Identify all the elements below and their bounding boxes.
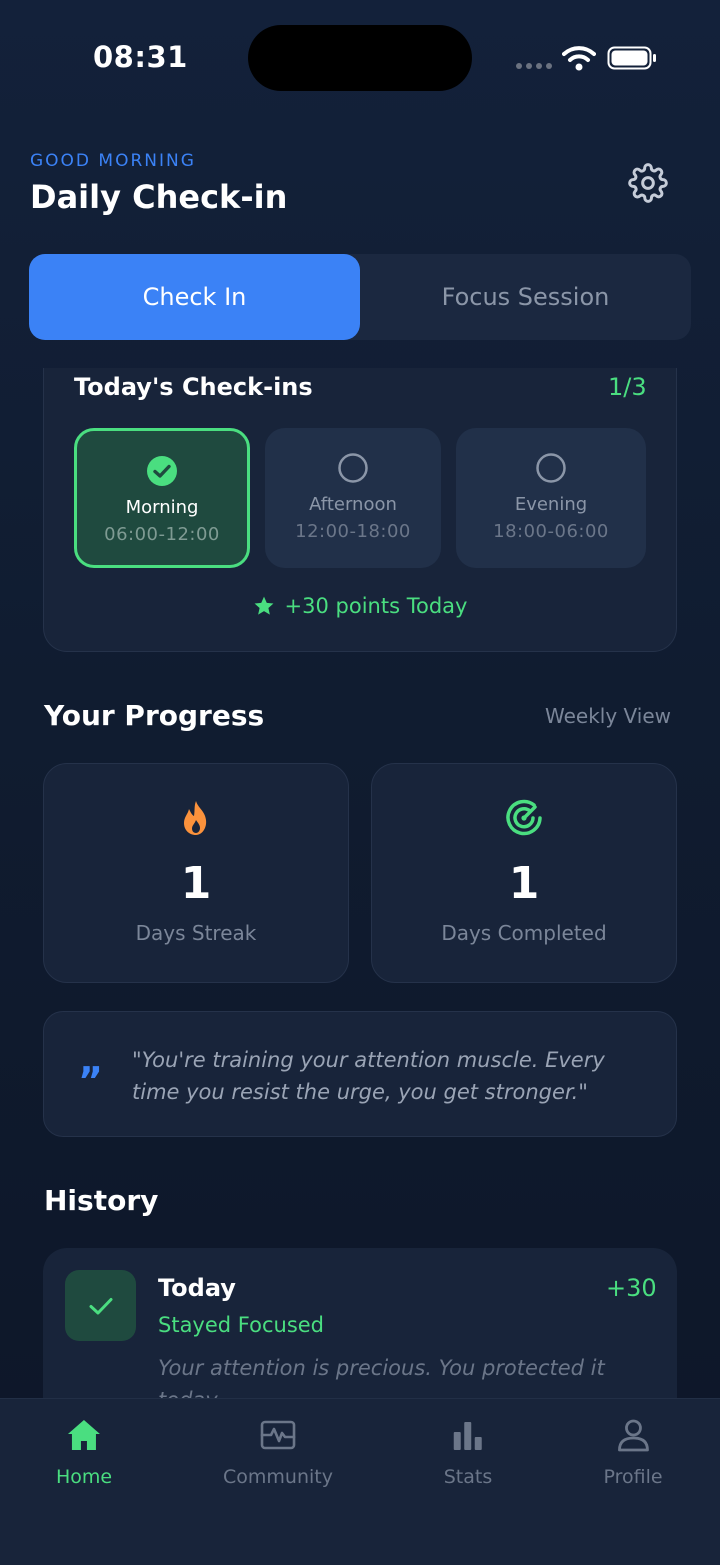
history-day: Today	[158, 1274, 236, 1302]
points-summary: +30 points Today	[0, 594, 720, 618]
home-icon	[67, 1420, 100, 1450]
page-title: Daily Check-in	[30, 178, 288, 216]
checkin-slot-evening[interactable]: Evening 18:00-06:00	[456, 428, 646, 568]
nav-item-community[interactable]: Community	[223, 1416, 333, 1488]
mode-tabs: Check In Focus Session	[29, 254, 691, 340]
nav-label: Profile	[603, 1466, 663, 1488]
stat-card-completed: 1 Days Completed	[371, 763, 677, 983]
slot-name: Morning	[125, 497, 199, 518]
star-icon	[254, 596, 273, 615]
wifi-icon	[562, 46, 596, 71]
check-circle-icon	[147, 456, 177, 486]
nav-item-profile[interactable]: Profile	[603, 1416, 663, 1488]
slot-time: 18:00-06:00	[493, 521, 609, 542]
checkins-title: Today's Check-ins	[74, 373, 313, 401]
stat-label: Days Streak	[135, 921, 257, 945]
status-time: 08:31	[93, 40, 188, 74]
slot-name: Evening	[514, 494, 588, 515]
empty-circle-icon	[536, 453, 566, 483]
history-status: Stayed Focused	[158, 1313, 325, 1337]
points-text: +30 points Today	[284, 594, 468, 618]
pulse-icon	[260, 1420, 296, 1450]
nav-item-home[interactable]: Home	[56, 1416, 112, 1488]
stat-label: Days Completed	[441, 921, 607, 945]
bar-chart-icon	[453, 1422, 482, 1450]
quote-text: "You're training your attention muscle. …	[132, 1048, 605, 1104]
nav-label: Stats	[443, 1466, 493, 1488]
slot-time: 12:00-18:00	[295, 521, 411, 542]
checkins-count: 1/3	[608, 373, 647, 401]
check-icon	[89, 1297, 112, 1314]
history-points: +30	[606, 1274, 657, 1302]
flame-icon	[184, 801, 207, 835]
stat-value: 1	[180, 858, 212, 909]
slot-time: 06:00-12:00	[104, 524, 220, 545]
person-icon	[617, 1419, 649, 1452]
dynamic-island	[248, 25, 472, 91]
greeting-label: GOOD MORNING	[30, 151, 196, 171]
battery-icon	[607, 46, 656, 70]
gear-icon[interactable]	[628, 163, 668, 203]
quote-icon: ”	[78, 1059, 103, 1103]
stat-card-streak: 1 Days Streak	[43, 763, 349, 983]
weekly-view-link[interactable]: Weekly View	[545, 704, 671, 728]
empty-circle-icon	[338, 453, 368, 483]
checkin-slot-afternoon[interactable]: Afternoon 12:00-18:00	[265, 428, 441, 568]
slot-name: Afternoon	[309, 494, 397, 515]
history-title: History	[44, 1184, 159, 1217]
nav-label: Community	[223, 1466, 333, 1488]
nav-item-stats[interactable]: Stats	[443, 1416, 493, 1488]
tab-focus-session[interactable]: Focus Session	[360, 254, 691, 340]
nav-label: Home	[55, 1466, 113, 1488]
target-icon	[506, 799, 542, 836]
checkin-slot-morning[interactable]: Morning 06:00-12:00	[74, 428, 250, 568]
tab-check-in[interactable]: Check In	[29, 254, 360, 340]
progress-title: Your Progress	[44, 699, 265, 732]
stat-value: 1	[508, 858, 540, 909]
history-status-badge	[65, 1270, 136, 1341]
cellular-signal-icon	[516, 63, 552, 69]
